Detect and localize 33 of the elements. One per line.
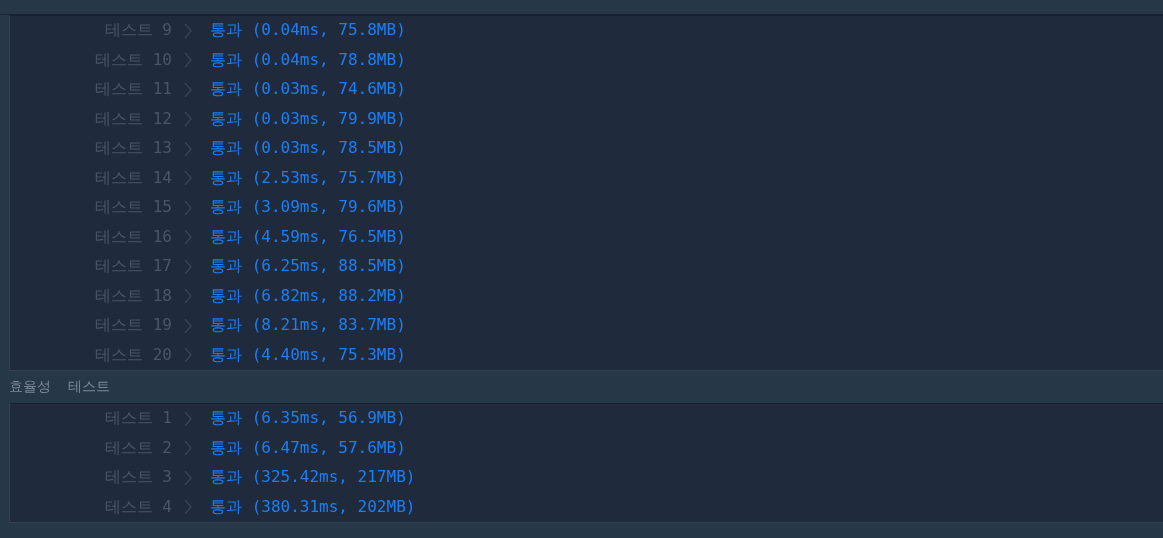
test-result: 통과 (0.03ms, 79.9MB) — [210, 108, 406, 130]
test-result: 통과 (0.03ms, 74.6MB) — [210, 79, 406, 101]
test-result: 통과 (6.35ms, 56.9MB) — [210, 408, 406, 430]
test-result: 통과 (325.42ms, 217MB) — [210, 467, 416, 489]
chevron-icon — [184, 229, 192, 246]
test-result: 통과 (6.82ms, 88.2MB) — [210, 285, 406, 307]
test-result: 통과 (4.59ms, 76.5MB) — [210, 226, 406, 248]
chevron-icon — [184, 140, 192, 157]
section-title: 효율성 테스트 — [9, 378, 110, 396]
chevron-icon — [184, 347, 192, 364]
chevron-icon — [184, 410, 192, 427]
chevron-icon — [184, 111, 192, 128]
chevron-icon — [184, 52, 192, 69]
test-result: 통과 (6.47ms, 57.6MB) — [210, 437, 406, 459]
chevron-icon — [184, 170, 192, 187]
test-result: 통과 (0.04ms, 78.8MB) — [210, 49, 406, 71]
test-result: 통과 (0.04ms, 75.8MB) — [210, 20, 406, 42]
test-result: 통과 (8.21ms, 83.7MB) — [210, 315, 406, 337]
chevron-icon — [184, 469, 192, 486]
chevron-icon — [184, 317, 192, 334]
test-result: 통과 (2.53ms, 75.7MB) — [210, 167, 406, 189]
chevron-icon — [184, 288, 192, 305]
chevron-icon — [184, 199, 192, 216]
test-result: 통과 (0.03ms, 78.5MB) — [210, 138, 406, 160]
chevron-icon — [184, 22, 192, 39]
test-result: 통과 (3.09ms, 79.6MB) — [210, 197, 406, 219]
chevron-icon — [184, 81, 192, 98]
test-result: 통과 (6.25ms, 88.5MB) — [210, 256, 406, 278]
test-result: 통과 (4.40ms, 75.3MB) — [210, 344, 406, 366]
test-result: 통과 (380.31ms, 202MB) — [210, 496, 416, 518]
chevron-icon — [184, 258, 192, 275]
chevron-icon — [184, 440, 192, 457]
chevron-icon — [184, 499, 192, 516]
